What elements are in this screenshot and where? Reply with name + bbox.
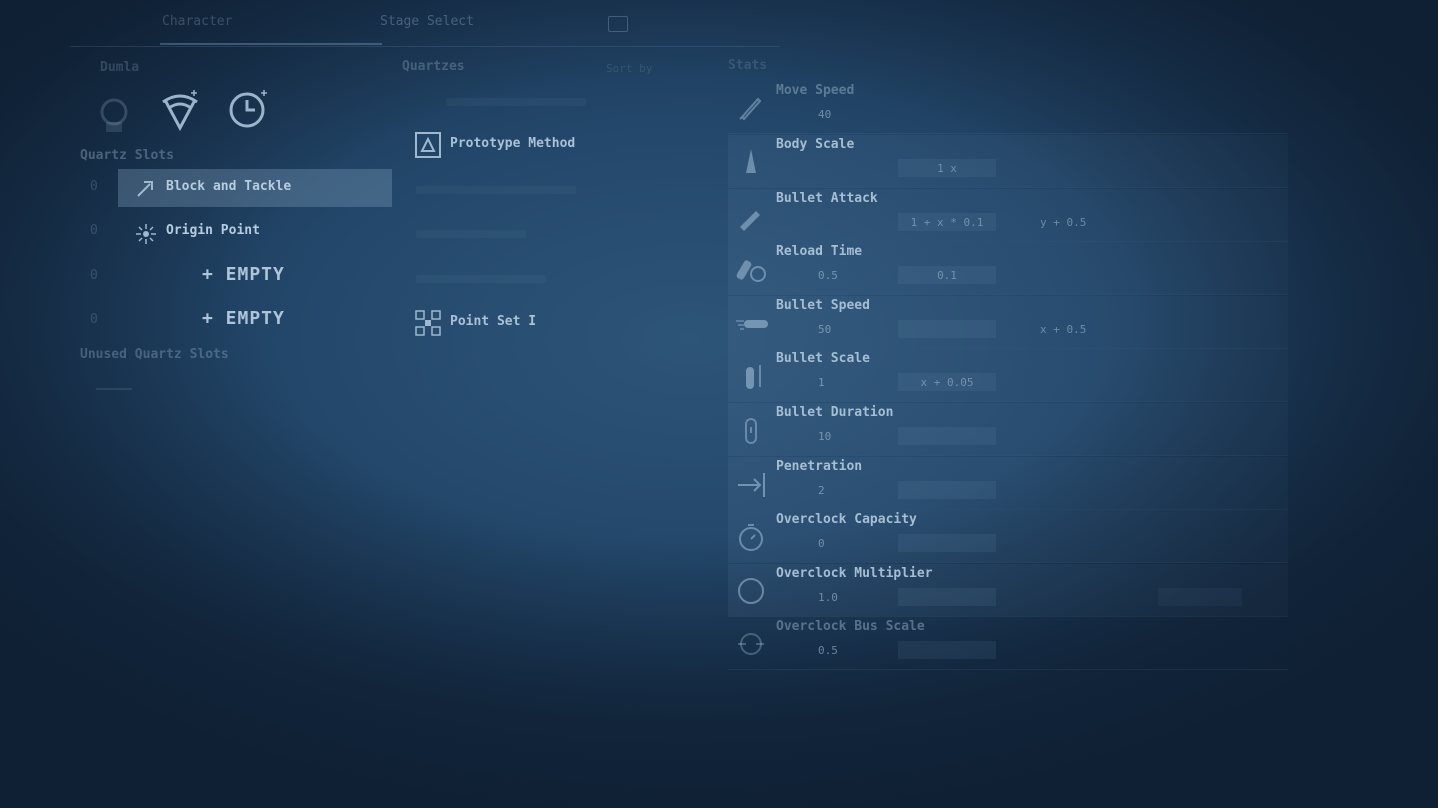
- stat-value: 2: [818, 484, 825, 497]
- ship-icon: [736, 147, 766, 177]
- stat-reload-time: Reload Time 0.5 0.1: [728, 242, 1288, 295]
- formula-box: [898, 588, 996, 606]
- empty-slot-label: + EMPTY: [202, 264, 285, 285]
- stat-value: 0.5: [818, 644, 838, 657]
- stat-value: 10: [818, 430, 832, 443]
- reload-icon: [736, 254, 766, 284]
- stat-name: Overclock Capacity: [776, 512, 917, 527]
- stat-penetration: Penetration 2: [728, 457, 1288, 510]
- quartz-slot-2[interactable]: 0 Origin Point: [78, 213, 394, 251]
- quartzes-title: Quartzes: [402, 59, 465, 74]
- stat-overclock-bus-scale: Overclock Bus Scale 0.5: [728, 617, 1288, 670]
- quartz-item-prototype-method[interactable]: Prototype Method: [414, 129, 704, 161]
- slot-label: Origin Point: [166, 223, 260, 238]
- stat-bullet-speed: Bullet Speed 50 x + 0.5: [728, 296, 1288, 349]
- quartz-item-label: Prototype Method: [450, 136, 576, 151]
- slot-number: 0: [90, 223, 98, 238]
- stats-title: Stats: [728, 58, 768, 73]
- bullet-duration-icon: [736, 415, 766, 445]
- stat-value: 0: [818, 537, 825, 550]
- stat-name: Penetration: [776, 459, 863, 474]
- stat-name: Body Scale: [776, 137, 855, 152]
- sort-label[interactable]: Sort by: [606, 62, 652, 75]
- stopwatch-icon: [736, 522, 766, 552]
- stat-value: 50: [818, 323, 832, 336]
- faded-row: [416, 186, 576, 194]
- bullet-attack-icon: [736, 201, 766, 231]
- formula-text: 0.1: [937, 269, 957, 282]
- quartz-slots-title: Quartz Slots: [80, 148, 174, 163]
- formula-text: 1 x: [937, 162, 957, 175]
- formula-text: x + 0.05: [920, 376, 974, 389]
- active-tab-underline: [160, 43, 382, 45]
- stat-name: Move Speed: [776, 83, 855, 98]
- formula-text: 1 + x * 0.1: [910, 216, 984, 229]
- faded-row: [416, 230, 526, 238]
- stat-name: Bullet Scale: [776, 351, 870, 366]
- clock-icon[interactable]: [228, 88, 270, 130]
- formula-box: [898, 320, 996, 338]
- stat-name: Bullet Speed: [776, 298, 870, 313]
- map-icon[interactable]: [608, 16, 628, 32]
- stat-body-scale: Body Scale 1 x: [728, 135, 1288, 188]
- quartz-slot-1[interactable]: 0 Block and Tackle: [78, 169, 394, 207]
- slot-number: 0: [90, 312, 98, 327]
- formula-result: y + 0.5: [1040, 216, 1087, 229]
- quartz-item-point-set[interactable]: Point Set I: [414, 307, 704, 339]
- stat-value: 0.5: [818, 269, 838, 282]
- formula-box: [898, 427, 996, 445]
- stat-name: Overclock Multiplier: [776, 566, 933, 581]
- stat-bullet-duration: Bullet Duration 10: [728, 403, 1288, 456]
- quartz-slot-3[interactable]: 0 + EMPTY: [78, 258, 394, 296]
- slot-number: 0: [90, 179, 98, 194]
- stat-bullet-scale: Bullet Scale 1 x + 0.05: [728, 349, 1288, 402]
- stat-value: 40: [818, 108, 832, 121]
- target-icon: [736, 629, 766, 659]
- rocket-icon: [736, 93, 766, 123]
- formula-box: [898, 641, 996, 659]
- character-portrait-icon[interactable]: [92, 92, 136, 136]
- wifi-signal-icon[interactable]: [160, 88, 202, 132]
- origin-point-icon: [134, 222, 156, 244]
- stat-name: Bullet Duration: [776, 405, 894, 420]
- penetration-icon: [736, 469, 766, 499]
- divider: [96, 388, 132, 390]
- point-set-icon: [414, 309, 442, 337]
- formula-result: x + 0.5: [1040, 323, 1087, 336]
- stat-move-speed: Move Speed 40: [728, 81, 1288, 134]
- unused-quartz-slots-title: Unused Quartz Slots: [80, 347, 229, 362]
- stat-value: 1.0: [818, 591, 838, 604]
- compass-icon: [736, 576, 766, 606]
- faded-row: [416, 275, 546, 283]
- quartz-item-label: Point Set I: [450, 314, 537, 329]
- tab-stage-select[interactable]: Stage Select: [380, 14, 474, 29]
- stat-name: Bullet Attack: [776, 191, 878, 206]
- stat-overclock-capacity: Overclock Capacity 0: [728, 510, 1288, 563]
- stat-name: Overclock Bus Scale: [776, 619, 925, 634]
- stat-value: 1: [818, 376, 825, 389]
- slot-number: 0: [90, 268, 98, 283]
- quartz-slot-4[interactable]: 0 + EMPTY: [78, 302, 394, 340]
- block-tackle-icon: [134, 178, 154, 198]
- bullet-scale-icon: [736, 361, 766, 391]
- top-tab-bar: Character Stage Select: [70, 0, 780, 47]
- faded-row: [446, 98, 586, 106]
- character-title: Dumla: [100, 60, 140, 75]
- tab-character[interactable]: Character: [162, 14, 232, 29]
- formula-box: [1158, 588, 1242, 606]
- bullet-speed-icon: [736, 308, 768, 338]
- empty-slot-label: + EMPTY: [202, 308, 285, 329]
- prototype-icon: [414, 131, 442, 159]
- slot-label: Block and Tackle: [166, 179, 292, 194]
- stat-overclock-multiplier: Overclock Multiplier 1.0: [728, 564, 1288, 617]
- formula-box: [898, 534, 996, 552]
- stat-bullet-attack: Bullet Attack 1 + x * 0.1 y + 0.5: [728, 189, 1288, 242]
- stat-name: Reload Time: [776, 244, 863, 259]
- formula-box: [898, 481, 996, 499]
